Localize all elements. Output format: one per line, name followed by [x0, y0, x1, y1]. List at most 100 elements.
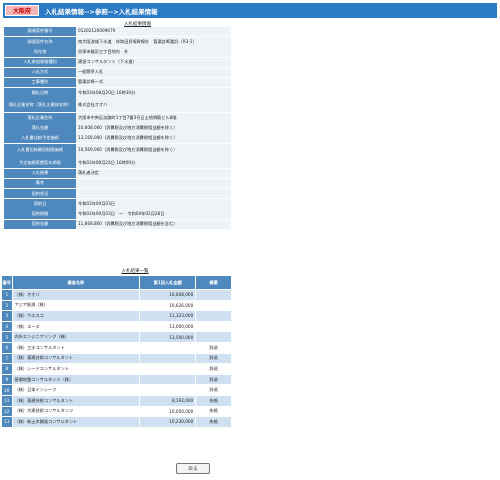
table-row: 10 （株）日本インシーク 辞退 — [2, 385, 232, 395]
results-header-row: 番号 業者名称 第1回入札金額 摘要 — [2, 276, 232, 289]
row-number: 11 — [2, 395, 13, 406]
company-name: （株）新土木開発コンサルタント — [12, 417, 141, 427]
detail-label: 契約状況 — [4, 189, 76, 199]
detail-label: 入札方式 — [4, 67, 76, 78]
detail-row: 入札方式 一般競争入札 — [4, 67, 231, 78]
remarks — [196, 300, 232, 311]
remarks: 辞退 — [196, 342, 232, 353]
bid-amount — [140, 374, 197, 385]
detail-value — [76, 189, 231, 199]
detail-value: 南大阪流域下水道 岸和田貝塚幹線外 管渠診断委託（R3-1） — [76, 37, 231, 47]
detail-value: 一般競争入札 — [76, 67, 231, 78]
detail-row: 入札参加資格種別 建設コンサルタント（下水道） — [4, 57, 231, 67]
remarks: 辞退 — [196, 374, 232, 385]
detail-label: 契約日 — [4, 199, 76, 209]
row-number: 4 — [2, 321, 13, 332]
results-section-title: 入札結果一覧 — [0, 268, 270, 274]
bid-amount — [140, 353, 197, 364]
detail-value: 11,668,800（消費税及び地方消費税相当額を含む） — [76, 219, 231, 229]
detail-value — [76, 178, 231, 189]
detail-value: 大阪市中央区淡路町1丁目7番3号日土地堺筋ビル8階 — [76, 113, 231, 123]
detail-table: 調達案件番号 01202120009679 調達案件名称 南大阪流域下水道 岸和田貝塚… — [4, 27, 231, 230]
row-number: 6 — [2, 342, 13, 353]
detail-value: 貝塚市脇浜三丁目地内 外 — [76, 47, 231, 57]
row-number: 9 — [2, 374, 13, 385]
remarks: 失格 — [196, 395, 232, 406]
table-row: 3 （株）ウエスコ 11,323,000 — [2, 311, 232, 321]
detail-label: 予定価格等閲覧年期限 — [4, 158, 76, 168]
back-button[interactable]: 戻る — [176, 463, 210, 474]
company-name: （株）オオバ — [12, 290, 141, 300]
row-number: 10 — [2, 385, 13, 395]
bid-amount: 10,608,000 — [140, 290, 197, 300]
company-name: （株）東建技術コンサルタント — [12, 353, 141, 364]
table-row: 12 （株）大建技術コンサルタンツ 10,050,000 失格 — [2, 406, 232, 417]
remarks: 失格 — [196, 406, 232, 417]
detail-label: 落札金額 — [4, 123, 76, 133]
table-row: 1 （株）オオバ 10,608,000 — [2, 290, 232, 300]
prefecture-badge: 大阪府 — [5, 5, 39, 16]
row-number: 13 — [2, 417, 13, 427]
detail-row: 入札書比較予定価格 13,169,000（消費税及び地方消費税相当額を除く） — [4, 133, 231, 143]
company-name: （株）日本インシーク — [12, 385, 141, 395]
detail-value: 落札者決定 — [76, 168, 231, 179]
remarks: 辞退 — [196, 385, 232, 395]
detail-label: 契約金額 — [4, 219, 76, 229]
header-amount: 第1回入札金額 — [140, 276, 197, 289]
detail-value: 管渠診断一式 — [76, 77, 231, 88]
detail-label: 入札参加資格種別 — [4, 57, 76, 67]
detail-value: 13,169,000（消費税及び地方消費税相当額を除く） — [76, 133, 231, 143]
table-row: 7 （株）東建技術コンサルタント 辞退 — [2, 353, 232, 364]
detail-value: 10,608,000（消費税及び地方消費税相当額を除く） — [76, 123, 231, 133]
detail-row: 契約金額 11,668,800（消費税及び地方消費税相当額を含む） — [4, 219, 231, 229]
detail-row: 契約日 令和03年09月03日 — [4, 199, 231, 209]
detail-label: 開札日時 — [4, 88, 76, 98]
detail-value: 01202120009679 — [76, 27, 231, 37]
header-remarks: 摘要 — [196, 276, 232, 289]
detail-label: 入札結果 — [4, 168, 76, 179]
table-row: 8 （株）シードコンサルタント 辞退 — [2, 364, 232, 374]
detail-value: 令和03年08月20日 16時30分 — [76, 88, 231, 98]
detail-value: 令和03年09月03日 — [76, 199, 231, 209]
company-name: （株）ウエスコ — [12, 311, 141, 321]
breadcrumb: 入札結果情報-->参照-->入札結果情報 — [45, 7, 158, 16]
detail-row: 落札企業名称（落札企業体名称） 株式会社オオバ — [4, 98, 231, 113]
row-number: 8 — [2, 364, 13, 374]
detail-label: 入札書比較最低制限価格 — [4, 143, 76, 158]
company-name: （株）東建技術コンサルタント — [12, 395, 141, 406]
detail-value: 10,569,000（消費税及び地方消費税相当額を除く） — [76, 143, 231, 158]
detail-label: 所在地 — [4, 47, 76, 57]
detail-label: 調達案件名称 — [4, 37, 76, 47]
company-name: 内外エンジニアリング（株） — [12, 332, 141, 342]
detail-value: 建設コンサルタント（下水道） — [76, 57, 231, 67]
row-number: 3 — [2, 311, 13, 321]
detail-label: 工事種別 — [4, 77, 76, 88]
header-company: 業者名称 — [12, 276, 141, 289]
detail-row: 備考 — [4, 178, 231, 189]
company-name: （株）シードコンサルタント — [12, 364, 141, 374]
table-row: 2 アジア航測（株） 10,626,000 — [2, 300, 232, 311]
row-number: 2 — [2, 300, 13, 311]
table-row: 11 （株）東建技術コンサルタント 8,192,000 失格 — [2, 395, 232, 406]
detail-row: 開札日時 令和03年08月20日 16時30分 — [4, 88, 231, 98]
remarks — [196, 332, 232, 342]
detail-label: 入札書比較予定価格 — [4, 133, 76, 143]
detail-row: 予定価格等閲覧年期限 令和03年08月24日 16時00分 — [4, 158, 231, 168]
page-header: 大阪府 入札結果情報-->参照-->入札結果情報 — [3, 3, 497, 18]
company-name: （株）三水コンサルタント — [12, 342, 141, 353]
detail-row: 入札書比較最低制限価格 10,569,000（消費税及び地方消費税相当額を除く） — [4, 143, 231, 158]
remarks: 失格 — [196, 417, 232, 427]
detail-row: 契約状況 — [4, 189, 231, 199]
bid-amount: 11,323,000 — [140, 311, 197, 321]
company-name: 基礎地盤コンサルタンツ（株） — [12, 374, 141, 385]
company-name: （株）大建技術コンサルタンツ — [12, 406, 141, 417]
table-row: 13 （株）新土木開発コンサルタント 10,230,000 失格 — [2, 417, 232, 427]
detail-value: 令和03年09月03日 ～ 令和04年02月28日 — [76, 209, 231, 219]
detail-row: 入札結果 落札者決定 — [4, 168, 231, 179]
bid-amount — [140, 364, 197, 374]
bid-amount: 13,000,000 — [140, 321, 197, 332]
results-table: 番号 業者名称 第1回入札金額 摘要 1 （株）オオバ 10,608,000 2 アジア… — [2, 275, 232, 428]
detail-label: 落札企業住所 — [4, 113, 76, 123]
bid-amount: 10,626,000 — [140, 300, 197, 311]
detail-row: 落札金額 10,608,000（消費税及び地方消費税相当額を除く） — [4, 123, 231, 133]
